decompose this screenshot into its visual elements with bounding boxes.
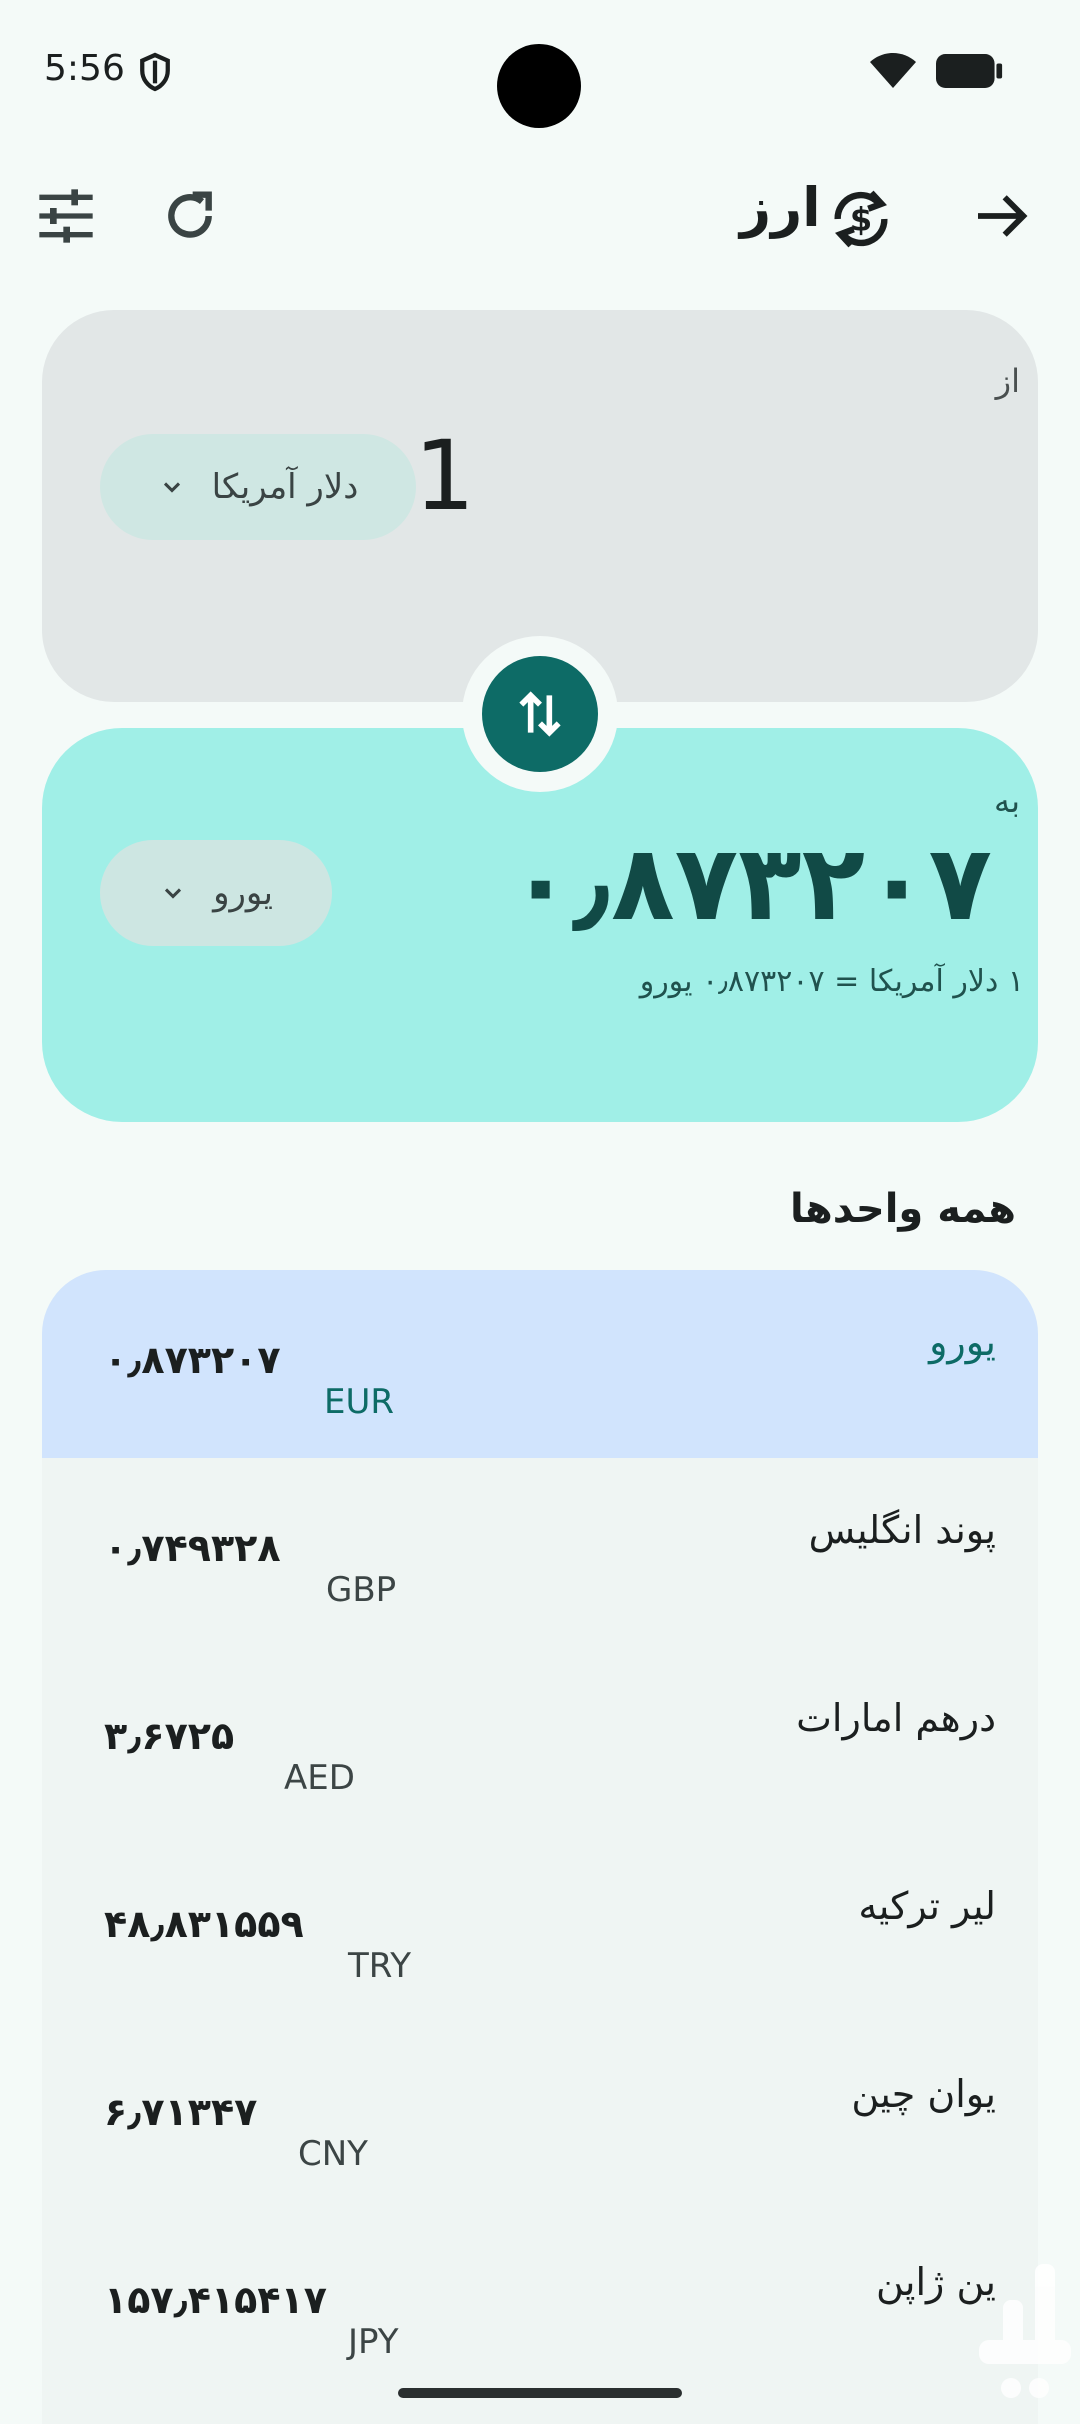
page-title: ارز [740, 176, 821, 239]
chevron-down-icon [164, 888, 182, 899]
currency-value: ۴۸٫۸۳۱۵۵۹ [104, 1902, 304, 1946]
wifi-icon [870, 53, 916, 88]
tune-icon[interactable] [34, 184, 98, 248]
currency-value: ۰٫۸۷۳۲۰۷ [104, 1338, 281, 1382]
currency-value: ۱۵۷٫۴۱۵۴۱۷ [104, 2278, 327, 2322]
shield-icon [140, 52, 170, 92]
status-time: 5:56 [44, 48, 125, 89]
currency-value: ۳٫۶۷۲۵ [104, 1714, 235, 1758]
camera-cutout [497, 44, 581, 128]
from-amount[interactable]: 1 [414, 420, 475, 532]
currency-value: ۶٫۷۱۳۴۷ [104, 2090, 258, 2134]
currency-row-jpy[interactable]: ین ژاپن ۱۵۷٫۴۱۵۴۱۷ JPY [42, 2210, 1038, 2398]
currency-name: لیر ترکیه [858, 1884, 996, 1928]
currency-code: GBP [326, 1570, 397, 1610]
exchange-rate-text: ۱ دلار آمریکا = ۰٫۸۷۳۲۰۷ یورو [639, 964, 1024, 999]
to-currency-dropdown[interactable]: یورو [100, 840, 332, 946]
swap-vert-icon [519, 691, 561, 737]
currency-name: پوند انگلیس [808, 1508, 996, 1552]
currency-code: AED [284, 1758, 355, 1798]
arrow-forward-icon[interactable] [970, 184, 1034, 248]
battery-icon [936, 54, 1003, 88]
currency-list: یورو ۰٫۸۷۳۲۰۷ EUR پوند انگلیس ۰٫۷۴۹۳۲۸ G… [42, 1270, 1038, 2424]
currency-code: EUR [324, 1382, 394, 1422]
currency-name: یورو [929, 1320, 996, 1364]
currency-exchange-icon: $ [834, 190, 888, 248]
currency-name: درهم امارات [796, 1696, 996, 1740]
from-currency-dropdown[interactable]: دلار آمریکا [100, 434, 416, 540]
currency-row-gbp[interactable]: پوند انگلیس ۰٫۷۴۹۳۲۸ GBP [42, 1458, 1038, 1646]
currency-name: یوان چین [851, 2072, 996, 2116]
swap-button[interactable] [482, 656, 598, 772]
currency-row-cny[interactable]: یوان چین ۶٫۷۱۳۴۷ CNY [42, 2022, 1038, 2210]
to-amount: ۰٫۸۷۳۲۰۷ [508, 822, 992, 944]
to-currency-label: یورو [213, 873, 273, 913]
gesture-nav-handle[interactable] [398, 2388, 682, 2398]
all-units-title: همه واحدها [790, 1186, 1016, 1232]
from-label: از [995, 362, 1020, 400]
currency-code: JPY [348, 2322, 399, 2362]
currency-code: CNY [298, 2134, 368, 2174]
to-label: به [993, 782, 1020, 820]
currency-row-aed[interactable]: درهم امارات ۳٫۶۷۲۵ AED [42, 1646, 1038, 1834]
currency-row-eur[interactable]: یورو ۰٫۸۷۳۲۰۷ EUR [42, 1270, 1038, 1458]
store-watermark-icon [979, 2264, 1071, 2398]
from-currency-label: دلار آمریکا [211, 467, 359, 507]
currency-row-try[interactable]: لیر ترکیه ۴۸٫۸۳۱۵۵۹ TRY [42, 1834, 1038, 2022]
currency-code: TRY [348, 1946, 411, 1986]
chevron-down-icon [163, 482, 180, 493]
svg-text:$: $ [850, 201, 872, 239]
refresh-icon[interactable] [158, 184, 222, 248]
currency-value: ۰٫۷۴۹۳۲۸ [104, 1526, 281, 1570]
